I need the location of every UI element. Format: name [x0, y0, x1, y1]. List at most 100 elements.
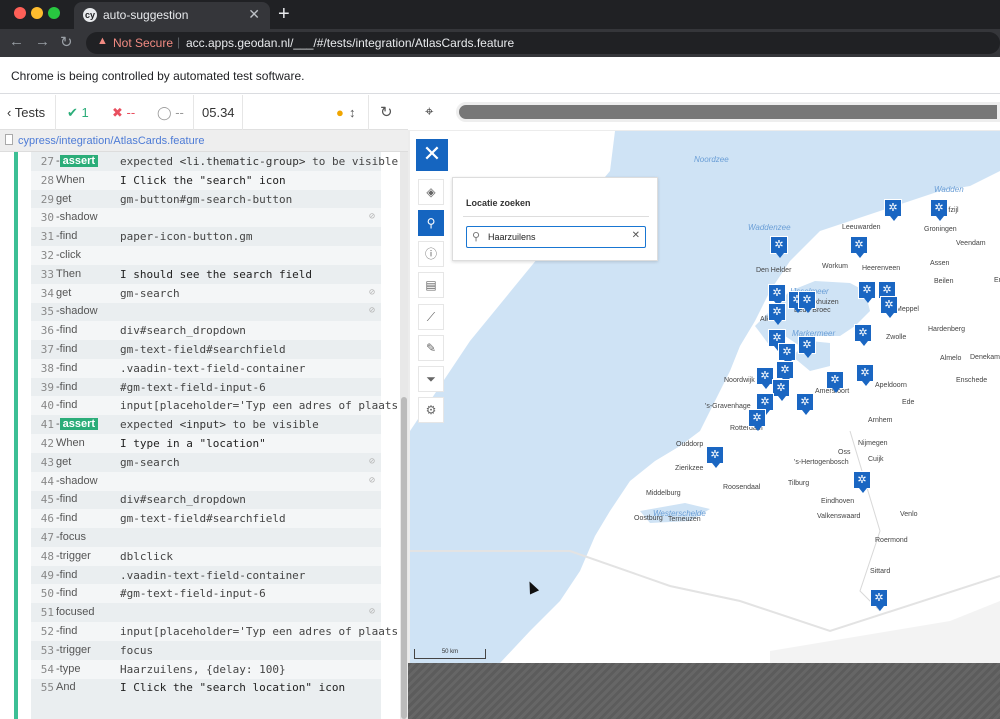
command-row[interactable]: 55 And I Click the "search location" icon [31, 678, 381, 697]
restart-icon[interactable]: ↻ [380, 95, 393, 130]
location-marker-icon[interactable]: ✲ [772, 379, 790, 401]
location-search-input[interactable] [488, 230, 623, 244]
clear-icon[interactable]: ✕ [632, 230, 640, 241]
window-zoom-button[interactable] [48, 7, 60, 19]
command-row[interactable]: 32 -click [31, 246, 381, 265]
forward-icon[interactable]: → [35, 33, 50, 50]
command-row[interactable]: 41- assert expected <input> to be visible [31, 415, 381, 434]
close-panel-button[interactable]: ✕ [416, 139, 448, 171]
spec-path[interactable]: cypress/integration/AtlasCards.feature [18, 135, 204, 147]
reload-icon[interactable]: ↻ [60, 33, 73, 51]
command-number: 50 [40, 587, 54, 601]
location-marker-icon[interactable]: ✲ [858, 281, 876, 303]
location-marker-icon[interactable]: ✲ [748, 409, 766, 431]
location-marker-icon[interactable]: ✲ [796, 393, 814, 415]
location-marker-icon[interactable]: ✲ [853, 471, 871, 493]
command-number: 32 [40, 249, 54, 262]
location-marker-icon[interactable]: ✲ [706, 446, 724, 468]
location-marker-icon[interactable]: ✲ [856, 364, 874, 386]
location-marker-icon[interactable]: ✲ [798, 291, 816, 313]
command-message: .vaadin-text-field-container [120, 361, 306, 375]
command-row[interactable]: 30 -shadow ⊘ [31, 208, 381, 228]
back-icon[interactable]: ← [9, 33, 24, 50]
command-row[interactable]: 49 -find .vaadin-text-field-container [31, 566, 381, 585]
command-row[interactable]: 42 When I type in a "location" [31, 434, 381, 453]
location-marker-icon[interactable]: ✲ [778, 343, 796, 365]
location-marker-icon[interactable]: ✲ [884, 199, 902, 221]
command-row[interactable]: 44 -shadow ⊘ [31, 471, 381, 491]
command-row[interactable]: 53 -trigger focus [31, 641, 381, 660]
command-name: -type [56, 662, 81, 675]
hidden-eye-icon: ⊘ [368, 474, 375, 486]
command-row[interactable]: 31 -find paper-icon-button.gm [31, 227, 381, 246]
command-name: -shadow [56, 305, 98, 318]
new-tab-button[interactable]: + [278, 3, 290, 26]
command-row[interactable]: 40 -find input[placeholder='Typ een adres … [31, 396, 400, 416]
map-view[interactable]: ✕ ◈ ⚲ ⓘ ▤ ⟋ ✎ ⏷ ⚙ Locatie zoeken ⚲ ✕ Noo… [410, 131, 1000, 663]
map-place-label: Veendam [956, 240, 986, 247]
command-row[interactable]: 50 -find #gm-text-field-input-6 [31, 584, 381, 604]
location-marker-icon[interactable]: ✲ [798, 336, 816, 358]
location-marker-icon[interactable]: ✲ [880, 296, 898, 318]
command-row[interactable]: 28 When I Click the "search" icon [31, 170, 381, 190]
location-marker-icon[interactable]: ✲ [854, 324, 872, 346]
command-row[interactable]: 35 -shadow ⊘ [31, 302, 381, 321]
tests-button[interactable]: ‹ Tests [7, 95, 45, 130]
info-icon[interactable]: ⓘ [418, 241, 444, 267]
command-name: -click [56, 249, 82, 261]
address-bar[interactable]: ▲ Not Secure | acc.apps.geodan.nl/___/#/… [86, 32, 1000, 54]
command-row[interactable]: 54 -type Haarzuilens, {delay: 100} [31, 659, 381, 679]
command-row[interactable]: 39 -find #gm-text-field-input-6 [31, 378, 381, 397]
map-book-icon[interactable]: ▤ [418, 272, 444, 298]
map-place-label: Tilburg [788, 480, 810, 487]
location-marker-icon[interactable]: ✲ [850, 236, 868, 258]
autoscroll-toggle-icon[interactable]: ↕ [349, 95, 356, 130]
tab-close-icon[interactable]: ✕ [248, 6, 260, 23]
command-name: -find [56, 324, 78, 337]
draw-icon[interactable]: ✎ [418, 335, 444, 361]
command-row[interactable]: 29 get gm-button#gm-search-button [31, 190, 381, 209]
command-name: get [56, 286, 72, 299]
command-number: 39 [40, 380, 54, 394]
selector-playground-icon[interactable]: ⌖ [425, 103, 433, 120]
passed-count: ✔ 1 [67, 95, 89, 130]
measure-icon[interactable]: ⟋ [418, 304, 444, 330]
command-row[interactable]: 47 -focus [31, 528, 381, 547]
location-marker-icon[interactable]: ✲ [768, 303, 786, 325]
command-log-scrollbar[interactable] [400, 152, 408, 719]
layers-icon[interactable]: ◈ [418, 179, 444, 205]
location-search-field[interactable]: ⚲ ✕ [466, 226, 646, 248]
window-minimize-button[interactable] [31, 7, 43, 19]
location-marker-icon[interactable]: ✲ [768, 284, 786, 306]
passed-value: 1 [81, 105, 89, 120]
scrollbar-thumb[interactable] [401, 397, 407, 719]
command-row[interactable]: 43 get gm-search ⊘ [31, 453, 381, 472]
command-row[interactable]: 52 -find input[placeholder='Typ een adres … [31, 622, 400, 641]
window-close-button[interactable] [14, 7, 26, 19]
map-place-label: Enschede [956, 377, 988, 384]
search-tool-icon[interactable]: ⚲ [418, 210, 444, 236]
tests-label: Tests [14, 105, 46, 120]
command-row[interactable]: 36 -find div#search_dropdown [31, 321, 381, 341]
location-marker-icon[interactable]: ✲ [870, 589, 888, 611]
command-row[interactable]: 37 -find gm-text-field#searchfield [31, 340, 381, 359]
command-row[interactable]: 51 focused ⊘ [31, 603, 381, 622]
filter-icon[interactable]: ⏷ [418, 366, 444, 392]
browser-tab[interactable]: cy auto-suggestion ✕ [74, 2, 270, 29]
command-row[interactable]: 27- assert expected <li.thematic-group> to… [31, 152, 398, 171]
location-marker-icon[interactable]: ✲ [826, 371, 844, 393]
map-place-label: Waddenzee [748, 223, 791, 232]
location-marker-icon[interactable]: ✲ [770, 236, 788, 258]
location-marker-icon[interactable]: ✲ [930, 199, 948, 221]
location-marker-icon[interactable]: ✲ [776, 361, 794, 383]
command-row[interactable]: 34 get gm-search ⊘ [31, 283, 381, 303]
map-place-label: Apeldoorn [875, 382, 907, 389]
command-row[interactable]: 46 -find gm-text-field#searchfield [31, 509, 381, 529]
command-number: 44 [40, 474, 54, 488]
command-row[interactable]: 33 Then I should see the search field [31, 265, 381, 284]
command-row[interactable]: 45 -find div#search_dropdown [31, 490, 381, 509]
settings-gear-icon[interactable]: ⚙ [418, 397, 444, 423]
command-name: And [56, 681, 76, 694]
command-row[interactable]: 48 -trigger dblclick [31, 546, 381, 566]
command-row[interactable]: 38 -find .vaadin-text-field-container [31, 358, 381, 378]
